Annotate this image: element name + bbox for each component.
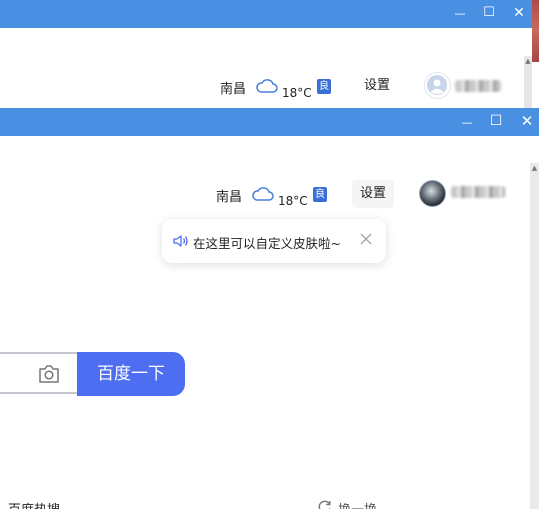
background-temperature: 18°C (282, 86, 312, 100)
desktop-wallpaper-strip (532, 0, 539, 62)
background-city-label[interactable]: 南昌 (220, 78, 246, 97)
camera-icon[interactable] (38, 364, 60, 384)
background-scroll-up-arrow[interactable]: ▲ (524, 56, 532, 66)
background-username-redacted (455, 80, 501, 92)
front-city-label[interactable]: 南昌 (216, 186, 242, 205)
front-temperature: 18°C (278, 194, 308, 208)
front-maximize-button[interactable]: ☐ (488, 113, 504, 129)
background-settings-button[interactable]: 设置 (356, 72, 398, 100)
front-settings-button[interactable]: 设置 (352, 180, 395, 208)
cloud-icon (256, 79, 278, 93)
front-username-redacted (451, 186, 505, 198)
cloud-icon (252, 187, 274, 201)
front-minimize-button[interactable]: — (459, 115, 475, 131)
skin-customize-tooltip: 在这里可以自定义皮肤啦~ (162, 219, 386, 263)
front-air-quality-badge: 良 (313, 187, 327, 202)
background-close-button[interactable]: ✕ (511, 5, 527, 21)
search-button[interactable]: 百度一下 (77, 352, 185, 396)
background-minimize-button[interactable]: — (452, 6, 468, 22)
front-close-button[interactable]: ✕ (519, 113, 535, 129)
background-user-avatar[interactable] (424, 72, 451, 99)
close-icon[interactable] (358, 231, 374, 247)
refresh-icon[interactable] (318, 500, 332, 509)
desktop: — ☐ ✕ 南昌 18°C 良 设置 ▲ — ☐ ✕ ▲ 南昌 18°C 良 设… (0, 0, 539, 509)
background-maximize-button[interactable]: ☐ (481, 5, 497, 21)
front-scrollbar[interactable] (530, 163, 539, 509)
refresh-hot-search-link[interactable]: 换一换 (338, 499, 377, 509)
default-avatar-icon (427, 75, 447, 95)
speaker-icon (173, 235, 188, 247)
hot-search-title[interactable]: 百度热搜 (8, 499, 60, 509)
tooltip-message: 在这里可以自定义皮肤啦~ (193, 236, 341, 251)
front-scroll-up-arrow[interactable]: ▲ (530, 163, 539, 173)
background-air-quality-badge: 良 (317, 79, 331, 94)
front-user-avatar[interactable] (419, 180, 446, 207)
